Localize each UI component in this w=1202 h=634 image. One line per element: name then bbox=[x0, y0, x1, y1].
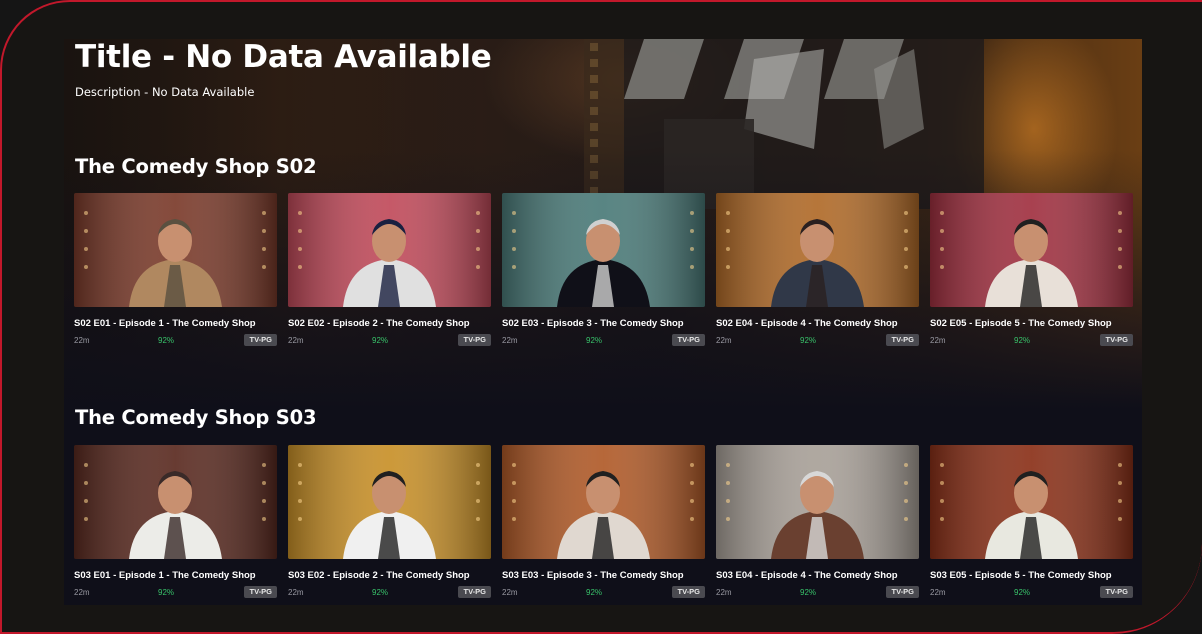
episode-row-s03: S03 E01 - Episode 1 - The Comedy Shop 22m… bbox=[74, 445, 1136, 605]
episode-title[interactable]: S02 E05 - Episode 5 - The Comedy Shop bbox=[930, 318, 1140, 329]
episode-meta: 22m 92% TV-PG bbox=[930, 334, 1133, 348]
rating-badge: TV-PG bbox=[244, 334, 277, 346]
episode-score: 92% bbox=[1014, 336, 1031, 345]
episode-score: 92% bbox=[800, 588, 817, 597]
episode-thumbnail[interactable] bbox=[930, 445, 1133, 559]
episode-duration: 22m bbox=[716, 588, 732, 597]
episode-thumbnail[interactable] bbox=[716, 445, 919, 559]
rating-badge: TV-PG bbox=[244, 586, 277, 598]
episode-title[interactable]: S03 E03 - Episode 3 - The Comedy Shop bbox=[502, 570, 712, 581]
episode-card[interactable]: S02 E03 - Episode 3 - The Comedy Shop 22m… bbox=[502, 193, 705, 353]
episode-duration: 22m bbox=[502, 336, 518, 345]
episode-title[interactable]: S02 E02 - Episode 2 - The Comedy Shop bbox=[288, 318, 498, 329]
episode-score: 92% bbox=[586, 588, 603, 597]
device-frame: Title - No Data Available Description - … bbox=[0, 0, 1202, 634]
episode-score: 92% bbox=[372, 588, 389, 597]
episode-meta: 22m 92% TV-PG bbox=[930, 586, 1133, 600]
episode-card[interactable]: S02 E02 - Episode 2 - The Comedy Shop 22m… bbox=[288, 193, 491, 353]
episode-duration: 22m bbox=[502, 588, 518, 597]
rating-badge: TV-PG bbox=[672, 586, 705, 598]
rating-badge: TV-PG bbox=[458, 586, 491, 598]
episode-title[interactable]: S02 E04 - Episode 4 - The Comedy Shop bbox=[716, 318, 926, 329]
page-description: Description - No Data Available bbox=[75, 85, 255, 99]
episode-duration: 22m bbox=[930, 336, 946, 345]
rating-badge: TV-PG bbox=[886, 586, 919, 598]
episode-duration: 22m bbox=[716, 336, 732, 345]
episode-row-s02: S02 E01 - Episode 1 - The Comedy Shop 22m… bbox=[74, 193, 1136, 353]
episode-duration: 22m bbox=[74, 588, 90, 597]
episode-score: 92% bbox=[158, 588, 175, 597]
episode-duration: 22m bbox=[288, 588, 304, 597]
episode-thumbnail[interactable] bbox=[288, 445, 491, 559]
episode-card[interactable]: S03 E04 - Episode 4 - The Comedy Shop 22m… bbox=[716, 445, 919, 605]
episode-meta: 22m 92% TV-PG bbox=[288, 334, 491, 348]
episode-meta: 22m 92% TV-PG bbox=[288, 586, 491, 600]
row-title-s03: The Comedy Shop S03 bbox=[75, 406, 317, 429]
episode-card[interactable]: S02 E05 - Episode 5 - The Comedy Shop 22m… bbox=[930, 193, 1133, 353]
episode-thumbnail[interactable] bbox=[930, 193, 1133, 307]
episode-title[interactable]: S02 E03 - Episode 3 - The Comedy Shop bbox=[502, 318, 712, 329]
rating-badge: TV-PG bbox=[672, 334, 705, 346]
episode-card[interactable]: S03 E01 - Episode 1 - The Comedy Shop 22m… bbox=[74, 445, 277, 605]
rating-badge: TV-PG bbox=[1100, 334, 1133, 346]
episode-meta: 22m 92% TV-PG bbox=[74, 334, 277, 348]
episode-meta: 22m 92% TV-PG bbox=[502, 586, 705, 600]
episode-title[interactable]: S03 E01 - Episode 1 - The Comedy Shop bbox=[74, 570, 284, 581]
episode-thumbnail[interactable] bbox=[74, 193, 277, 307]
episode-score: 92% bbox=[586, 336, 603, 345]
episode-thumbnail[interactable] bbox=[502, 445, 705, 559]
episode-thumbnail[interactable] bbox=[74, 445, 277, 559]
episode-title[interactable]: S03 E02 - Episode 2 - The Comedy Shop bbox=[288, 570, 498, 581]
episode-thumbnail[interactable] bbox=[502, 193, 705, 307]
episode-score: 92% bbox=[1014, 588, 1031, 597]
episode-meta: 22m 92% TV-PG bbox=[716, 586, 919, 600]
row-title-s02: The Comedy Shop S02 bbox=[75, 155, 317, 178]
episode-title[interactable]: S03 E04 - Episode 4 - The Comedy Shop bbox=[716, 570, 926, 581]
device-bezel: Title - No Data Available Description - … bbox=[2, 2, 1202, 632]
episode-score: 92% bbox=[800, 336, 817, 345]
episode-card[interactable]: S03 E02 - Episode 2 - The Comedy Shop 22m… bbox=[288, 445, 491, 605]
episode-card[interactable]: S03 E05 - Episode 5 - The Comedy Shop 22m… bbox=[930, 445, 1133, 605]
rating-badge: TV-PG bbox=[458, 334, 491, 346]
episode-thumbnail[interactable] bbox=[288, 193, 491, 307]
episode-meta: 22m 92% TV-PG bbox=[502, 334, 705, 348]
episode-duration: 22m bbox=[74, 336, 90, 345]
episode-card[interactable]: S03 E03 - Episode 3 - The Comedy Shop 22m… bbox=[502, 445, 705, 605]
app-screen: Title - No Data Available Description - … bbox=[64, 39, 1142, 605]
episode-meta: 22m 92% TV-PG bbox=[716, 334, 919, 348]
episode-thumbnail[interactable] bbox=[716, 193, 919, 307]
episode-title[interactable]: S03 E05 - Episode 5 - The Comedy Shop bbox=[930, 570, 1140, 581]
episode-title[interactable]: S02 E01 - Episode 1 - The Comedy Shop bbox=[74, 318, 284, 329]
episode-card[interactable]: S02 E04 - Episode 4 - The Comedy Shop 22m… bbox=[716, 193, 919, 353]
rating-badge: TV-PG bbox=[886, 334, 919, 346]
episode-score: 92% bbox=[158, 336, 175, 345]
episode-meta: 22m 92% TV-PG bbox=[74, 586, 277, 600]
rating-badge: TV-PG bbox=[1100, 586, 1133, 598]
episode-duration: 22m bbox=[930, 588, 946, 597]
episode-duration: 22m bbox=[288, 336, 304, 345]
episode-card[interactable]: S02 E01 - Episode 1 - The Comedy Shop 22m… bbox=[74, 193, 277, 353]
page-title: Title - No Data Available bbox=[75, 39, 492, 75]
episode-score: 92% bbox=[372, 336, 389, 345]
